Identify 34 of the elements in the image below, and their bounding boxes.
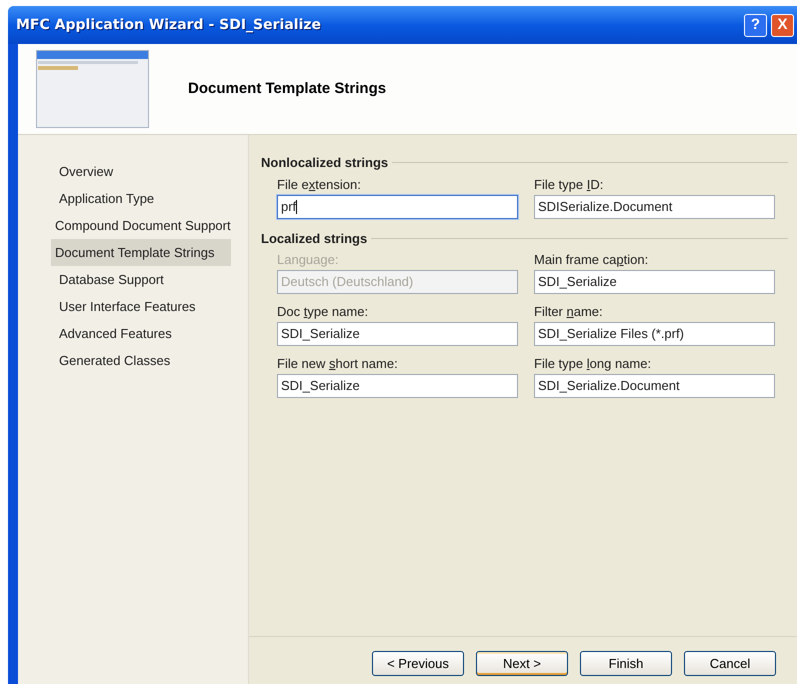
sidebar-item[interactable]: Compound Document Support	[51, 212, 235, 239]
field-label: Filter name:	[534, 303, 604, 321]
sidebar-item[interactable]: Generated Classes	[59, 347, 170, 374]
window-preview-icon	[36, 50, 149, 128]
sidebar-item[interactable]: Advanced Features	[59, 320, 172, 347]
text-field[interactable]: SDI_Serialize	[277, 322, 518, 346]
sidebar-item[interactable]: Database Support	[59, 266, 164, 293]
wizard-button[interactable]: Next >	[476, 651, 568, 676]
text-field[interactable]: SDI_Serialize Files (*.prf)	[534, 322, 775, 346]
field-label: Language:	[277, 251, 340, 269]
text-field[interactable]: prf	[277, 194, 518, 218]
text-field[interactable]: SDI_Serialize.Document	[534, 374, 775, 398]
text-field[interactable]: SDI_Serialize	[534, 270, 775, 294]
wizard-button[interactable]: Finish	[580, 651, 672, 676]
text-field[interactable]: SDISerialize.Document	[534, 194, 775, 218]
sidebar-item[interactable]: Application Type	[59, 185, 154, 212]
sidebar-item[interactable]: Document Template Strings	[51, 239, 231, 266]
field-label: File extension:	[277, 176, 362, 194]
wizard-button[interactable]: Cancel	[684, 651, 776, 676]
text-field[interactable]: SDI_Serialize	[277, 374, 518, 398]
window-title: MFC Application Wizard - SDI_Serialize	[16, 16, 322, 34]
sidebar-item[interactable]: User Interface Features	[59, 293, 196, 320]
field-label: File type ID:	[534, 176, 604, 194]
group-heading: Localized strings	[261, 230, 368, 248]
field-label: Doc type name:	[277, 303, 370, 321]
field-label: Main frame caption:	[534, 251, 650, 269]
help-button[interactable]: ?	[744, 14, 767, 36]
field-label: File new short name:	[277, 355, 399, 373]
wizard-button[interactable]: < Previous	[372, 651, 464, 676]
close-button[interactable]: X	[771, 14, 794, 36]
page-title: Document Template Strings	[188, 78, 386, 99]
field-label: File type long name:	[534, 355, 652, 373]
group-heading: Nonlocalized strings	[261, 154, 388, 172]
sidebar-item[interactable]: Overview	[59, 158, 114, 185]
